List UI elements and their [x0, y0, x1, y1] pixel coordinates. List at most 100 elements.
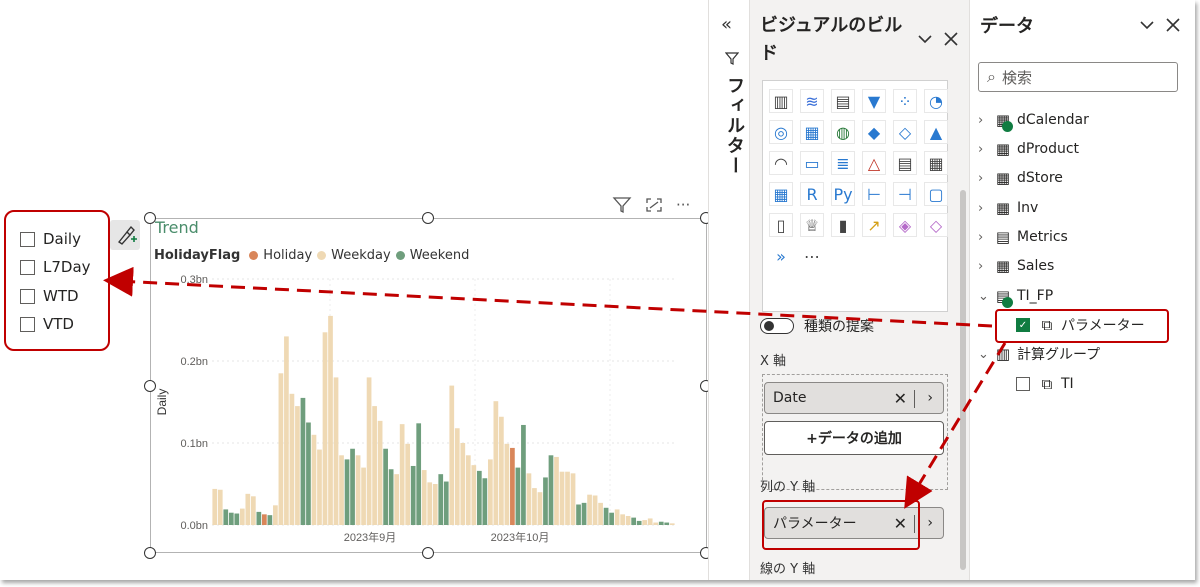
bar	[521, 424, 526, 525]
trophy-icon[interactable]: ♕	[800, 213, 824, 237]
tree-table-metrics[interactable]: › ▤ Metrics	[978, 225, 1068, 249]
r-visual-icon[interactable]: R	[800, 182, 824, 206]
slicer-checkbox[interactable]	[20, 259, 35, 275]
legend-dot	[317, 251, 327, 260]
ribbon-icon[interactable]: ≋	[800, 89, 824, 113]
power-automate-icon[interactable]: ◇	[924, 213, 948, 237]
power-apps-icon[interactable]: ◈	[893, 213, 917, 237]
tree-table-dcalendar[interactable]: › ▦ dCalendar	[978, 108, 1089, 132]
bar	[311, 434, 317, 525]
chevron-right-icon[interactable]: ›	[978, 113, 994, 128]
tree-table-dstore[interactable]: › ▦ dStore	[978, 166, 1063, 190]
tree-item-label: dStore	[1017, 170, 1063, 186]
more-options-icon[interactable]: ···	[676, 196, 690, 214]
decomposition-tree-icon[interactable]: ⊣	[893, 182, 917, 206]
azure-map-icon[interactable]: ▲	[924, 120, 948, 144]
table-icon: ▦	[995, 140, 1011, 158]
multirow-card-icon[interactable]: ≣	[831, 151, 855, 175]
filled-map-icon[interactable]: ◆	[862, 120, 886, 144]
tree-table-inv[interactable]: › ▦ Inv	[978, 196, 1038, 220]
metrics-icon[interactable]: ↗	[862, 213, 886, 237]
more-options-icon[interactable]: ⋯	[800, 244, 824, 268]
chevron-right-icon[interactable]: ›	[927, 390, 933, 406]
key-influencers-icon[interactable]: ⊢	[862, 182, 886, 206]
table-icon[interactable]: ▦	[924, 151, 948, 175]
more-visuals-icon[interactable]: »	[769, 244, 793, 268]
expand-pane-icon[interactable]: «	[721, 14, 732, 35]
map-icon[interactable]: ◍	[831, 120, 855, 144]
narrative-icon[interactable]: ▯	[769, 213, 793, 237]
chevron-down-icon[interactable]	[916, 30, 934, 48]
suggest-type-toggle[interactable]	[760, 318, 794, 334]
remove-field-icon[interactable]: ✕	[894, 389, 907, 408]
pane-controls	[1138, 16, 1182, 34]
tree-table-ti-fp[interactable]: ⌄ ▤ TI_FP	[978, 284, 1053, 308]
slicer-item-l7day[interactable]: L7Day	[20, 256, 91, 278]
bar	[510, 447, 515, 525]
filter-pane-collapsed[interactable]: « フィルター	[708, 0, 750, 580]
bar	[603, 507, 609, 525]
chevron-right-icon[interactable]: ›	[978, 142, 994, 157]
chevron-right-icon[interactable]: ›	[927, 515, 933, 531]
chevron-down-icon[interactable]: ⌄	[978, 289, 994, 304]
chevron-right-icon[interactable]: ›	[978, 201, 994, 216]
bar	[482, 478, 488, 525]
chevron-right-icon[interactable]: ›	[978, 171, 994, 186]
format-painter-button[interactable]	[110, 220, 140, 250]
gauge-icon[interactable]: ◠	[769, 151, 793, 175]
slicer-checkbox[interactable]	[20, 231, 35, 247]
field-checkbox[interactable]	[1016, 377, 1030, 391]
expand-icon[interactable]	[644, 196, 664, 214]
funnel-chart-icon[interactable]: ▼	[862, 89, 886, 113]
tree-field-ti[interactable]: ⧉ TI	[1016, 372, 1074, 396]
scatter-icon[interactable]: ⁘	[893, 89, 917, 113]
line-y-axis-label: 線の Y 軸	[760, 562, 816, 577]
resize-handle[interactable]	[422, 212, 434, 224]
python-visual-icon[interactable]: Py	[831, 182, 855, 206]
pane-scrollbar[interactable]	[960, 190, 966, 570]
slicer-item-wtd[interactable]: WTD	[20, 285, 79, 307]
close-icon[interactable]	[1164, 16, 1182, 34]
bar	[388, 469, 394, 525]
pill-separator	[914, 390, 915, 408]
matrix-icon[interactable]: ▦	[769, 182, 793, 206]
tree-table-dproduct[interactable]: › ▦ dProduct	[978, 137, 1079, 161]
chevron-down-icon[interactable]	[1138, 16, 1156, 34]
qa-icon[interactable]: ▢	[924, 182, 948, 206]
slicer-checkbox[interactable]	[20, 288, 35, 304]
report-canvas[interactable]: Daily L7Day WTD VTD ··· Trend HolidayFla…	[0, 0, 712, 580]
slicer-icon[interactable]: ▤	[893, 151, 917, 175]
slicer-item-daily[interactable]: Daily	[20, 228, 81, 250]
slicer-visual[interactable]: Daily L7Day WTD VTD	[4, 210, 110, 351]
treemap-icon[interactable]: ▦	[800, 120, 824, 144]
donut-icon[interactable]: ◎	[769, 120, 793, 144]
pie-icon[interactable]: ◔	[924, 89, 948, 113]
search-box[interactable]: ⌕ 検索	[978, 62, 1178, 92]
x-axis-field-pill[interactable]: Date ✕ ›	[764, 382, 944, 414]
slicer-checkbox[interactable]	[20, 316, 35, 332]
y-tick-label: 0.2bn	[180, 356, 208, 368]
visual-gallery: ▥ ≋ ▤ ▼ ⁘ ◔ ◎ ▦ ◍ ◆ ◇ ▲ ◠ ▭ ≣ △ ▤ ▦ ▦ R Py ⊢ ⊣ ▢ ▯ ♕ ▮ ↗ ◈ ◇ » ⋯	[762, 80, 948, 312]
bar	[405, 443, 411, 525]
tree-item-label: TI_FP	[1017, 288, 1054, 304]
waterfall-icon[interactable]: ▤	[831, 89, 855, 113]
bar	[664, 522, 670, 525]
chevron-right-icon[interactable]: ›	[978, 259, 994, 274]
card-icon[interactable]: ▭	[800, 151, 824, 175]
kpi-icon[interactable]: △	[862, 151, 886, 175]
bar	[328, 315, 333, 525]
paginated-report-icon[interactable]: ▮	[831, 213, 855, 237]
tree-table-calc-group[interactable]: ⌄ ▥ 計算グループ	[978, 342, 1100, 366]
chevron-right-icon[interactable]: ›	[978, 230, 994, 245]
bar	[609, 512, 614, 525]
close-icon[interactable]	[942, 30, 960, 48]
add-data-button[interactable]: +データの追加	[764, 421, 944, 455]
bar	[465, 455, 471, 525]
bar	[499, 416, 504, 525]
funnel-icon[interactable]	[612, 196, 632, 214]
clustered-bar-icon[interactable]: ▥	[769, 89, 793, 113]
tree-table-sales[interactable]: › ▦ Sales	[978, 254, 1054, 278]
chevron-down-icon[interactable]: ⌄	[978, 347, 994, 362]
shape-map-icon[interactable]: ◇	[893, 120, 917, 144]
slicer-item-vtd[interactable]: VTD	[20, 313, 74, 335]
